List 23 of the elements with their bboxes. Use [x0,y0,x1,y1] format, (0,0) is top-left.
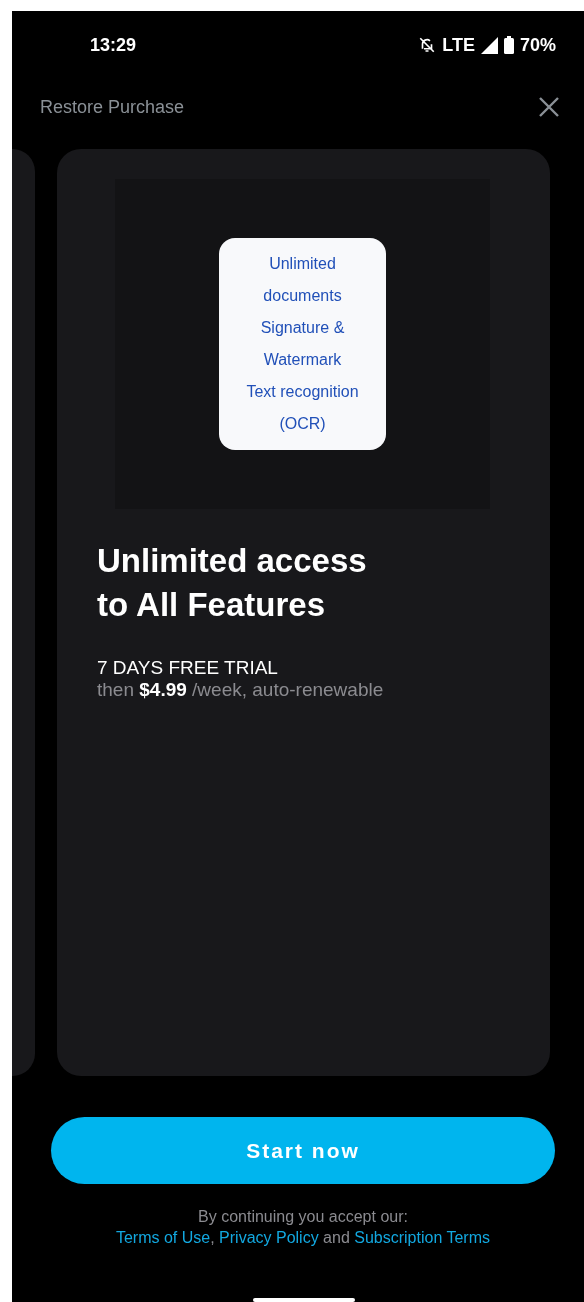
feature-text: Unlimited [269,254,336,274]
close-button[interactable] [538,96,560,118]
bell-off-icon [418,36,437,54]
feature-text: Text recognition [246,382,359,402]
offer-title: Unlimited access to All Features [97,541,368,625]
legal-link[interactable]: Subscription Terms [354,1229,491,1246]
feature-text: documents [263,286,342,306]
feature-text: Watermark [263,350,342,370]
network-type: LTE [442,34,475,56]
legal-link[interactable]: Privacy Policy [219,1229,319,1246]
feature-text: (OCR) [279,414,326,434]
restore-purchase-link[interactable]: Restore Purchase [40,96,185,118]
clock: 13:29 [90,34,137,56]
home-indicator[interactable] [253,1298,355,1302]
feature-text: Signature & [260,318,345,338]
price-text: then $4.99 /week, auto-renewable [97,679,385,701]
signal-icon [480,36,498,54]
close-icon [538,96,560,118]
legal-text: By continuing you accept our: Terms of Use, Privacy Policy and Subscription Terms [114,1207,492,1248]
trial-label: 7 DAYS FREE TRIAL [97,657,279,679]
battery-icon [503,36,514,54]
legal-link[interactable]: Terms of Use [115,1229,211,1246]
battery-percent: 70% [519,34,556,56]
